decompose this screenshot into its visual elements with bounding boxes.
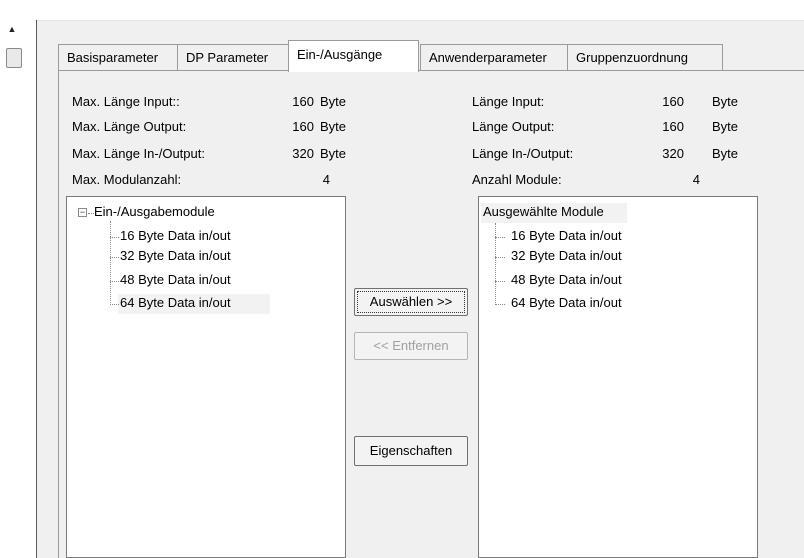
vertical-scrollbar[interactable] — [0, 20, 37, 558]
inout-length-unit: Byte — [712, 146, 739, 161]
max-output-length-label: Max. Länge Output: — [72, 119, 187, 134]
scroll-up-arrow-icon[interactable]: ▲ — [0, 20, 24, 38]
max-inout-length-unit: Byte — [320, 146, 347, 161]
tab-ein-ausgaenge[interactable]: Ein-/Ausgänge — [288, 40, 419, 72]
input-length-label: Länge Input: — [472, 94, 545, 109]
remove-button-label: << Entfernen — [373, 338, 449, 353]
input-length-value: 160 — [662, 94, 684, 109]
remove-button[interactable]: << Entfernen — [354, 332, 468, 360]
tree-connector — [110, 221, 111, 305]
output-length-unit: Byte — [712, 119, 739, 134]
tree-connector — [110, 281, 119, 282]
selected-module-64[interactable]: 64 Byte Data in/out — [511, 295, 622, 310]
properties-button-label: Eigenschaften — [369, 443, 453, 458]
available-module-16[interactable]: 16 Byte Data in/out — [120, 228, 231, 243]
max-output-length-unit: Byte — [320, 119, 347, 134]
input-length-unit: Byte — [712, 94, 739, 109]
inout-length-value: 320 — [662, 146, 684, 161]
module-count-label: Anzahl Module: — [472, 172, 562, 187]
tree-connector — [110, 237, 119, 238]
max-output-length-value: 160 — [292, 119, 314, 134]
available-root-node[interactable]: Ein-/Ausgabemodule — [94, 204, 215, 219]
selected-modules-tree[interactable]: Ausgewählte Module 16 Byte Data in/out 3… — [478, 196, 758, 558]
max-input-length-label: Max. Länge Input:: — [72, 94, 180, 109]
module-count-value: 4 — [692, 172, 700, 187]
tab-dp-parameter[interactable]: DP Parameter — [177, 44, 289, 70]
tree-connector — [495, 237, 505, 238]
properties-button[interactable]: Eigenschaften — [354, 436, 468, 466]
max-inout-length-label: Max. Länge In-/Output: — [72, 146, 205, 161]
max-inout-length-value: 320 — [292, 146, 314, 161]
tree-connector — [110, 304, 119, 305]
tab-basisparameter[interactable]: Basisparameter — [58, 44, 178, 70]
collapse-minus-icon[interactable]: − — [78, 208, 87, 217]
available-module-64[interactable]: 64 Byte Data in/out — [120, 295, 231, 310]
output-length-value: 160 — [662, 119, 684, 134]
available-module-32[interactable]: 32 Byte Data in/out — [120, 248, 231, 263]
max-input-length-unit: Byte — [320, 94, 347, 109]
window-top-band — [0, 0, 804, 21]
max-module-count-value: 4 — [322, 172, 330, 187]
selected-module-32[interactable]: 32 Byte Data in/out — [511, 248, 622, 263]
available-modules-tree[interactable]: − Ein-/Ausgabemodule 16 Byte Data in/out… — [66, 196, 346, 558]
tree-connector — [110, 257, 119, 258]
tab-gruppenzuordnung[interactable]: Gruppenzuordnung — [567, 44, 723, 70]
tab-anwenderparameter[interactable]: Anwenderparameter — [420, 44, 568, 70]
max-input-length-value: 160 — [292, 94, 314, 109]
selected-module-48[interactable]: 48 Byte Data in/out — [511, 272, 622, 287]
tree-connector — [495, 223, 496, 305]
scrollbar-thumb[interactable] — [6, 48, 22, 68]
tree-connector — [495, 257, 505, 258]
max-module-count-label: Max. Modulanzahl: — [72, 172, 182, 187]
tree-connector — [495, 281, 505, 282]
output-length-label: Länge Output: — [472, 119, 555, 134]
selected-module-16[interactable]: 16 Byte Data in/out — [511, 228, 622, 243]
inout-length-label: Länge In-/Output: — [472, 146, 574, 161]
tree-connector — [495, 304, 505, 305]
available-module-48[interactable]: 48 Byte Data in/out — [120, 272, 231, 287]
select-button-label: Auswählen >> — [357, 291, 465, 313]
selected-root-node[interactable]: Ausgewählte Module — [483, 204, 604, 219]
select-button[interactable]: Auswählen >> — [354, 288, 468, 316]
